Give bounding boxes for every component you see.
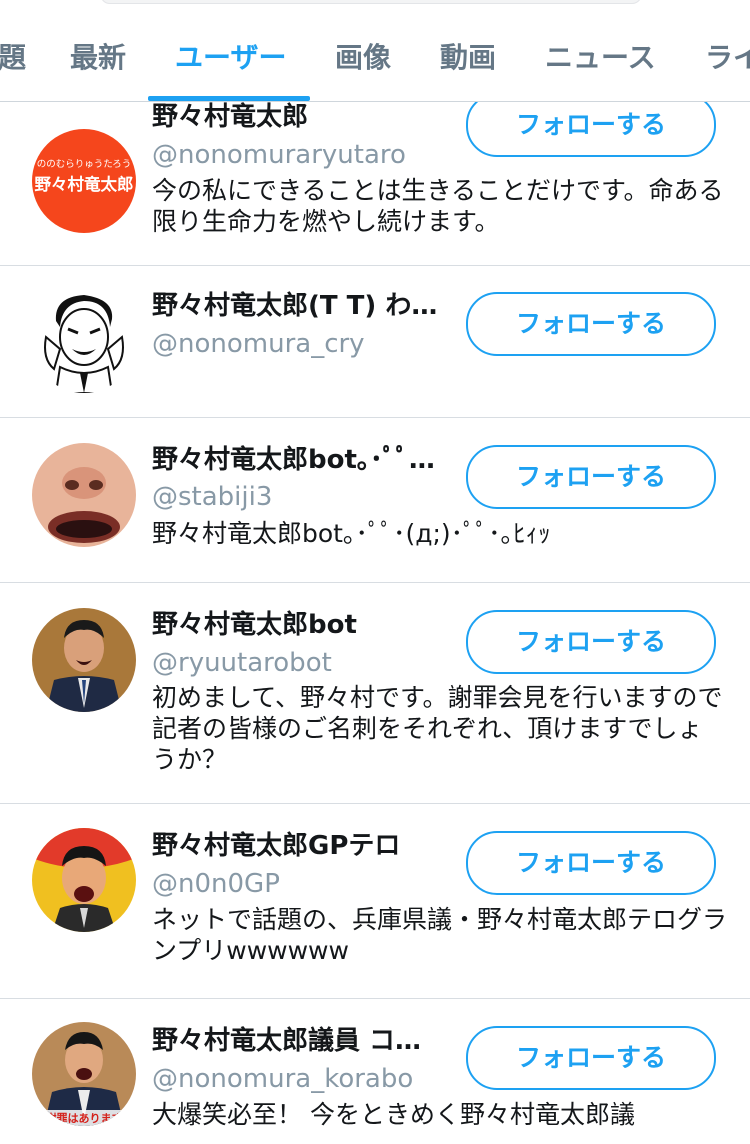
follow-button[interactable]: フォローする bbox=[466, 102, 716, 157]
user-handle: @stabiji3 bbox=[152, 482, 273, 512]
avatar[interactable] bbox=[32, 828, 136, 932]
user-handle: @nonomuraryutaro bbox=[152, 140, 406, 170]
user-result-nonomura-korabo[interactable]: 謝罪はあります 野々村竜太郎議員 コ… @nonomura_korabo 大爆笑… bbox=[0, 999, 750, 1144]
user-handle: @n0n0GP bbox=[152, 869, 280, 899]
avatar-image: ののむらりゅうたろう 野々村竜太郎 bbox=[32, 129, 136, 233]
user-name: 野々村竜太郎bot bbox=[152, 610, 357, 640]
follow-button[interactable]: フォローする bbox=[466, 445, 716, 509]
user-result-ryuutarobot[interactable]: 野々村竜太郎bot @ryuutarobot 初めまして、野々村です。謝罪会見を… bbox=[0, 583, 750, 804]
avatar[interactable] bbox=[32, 289, 136, 393]
tab-users[interactable]: ユーザー bbox=[175, 38, 286, 78]
user-result-nonomura-cry[interactable]: 野々村竜太郎(T T) わ… @nonomura_cry フォローする bbox=[0, 266, 750, 418]
tab-images[interactable]: 画像 bbox=[335, 38, 391, 78]
tab-top[interactable]: 題 bbox=[0, 38, 26, 78]
user-name: 野々村竜太郎 bbox=[152, 102, 309, 132]
avatar-image bbox=[32, 608, 136, 712]
user-bio: 大爆笑必至！ 今をときめく野々村竜太郎議 bbox=[152, 1100, 635, 1129]
tab-latest[interactable]: 最新 bbox=[70, 38, 126, 78]
user-result-nonomuraryutaro[interactable]: ののむらりゅうたろう 野々村竜太郎 野々村竜太郎 @nonomuraryutar… bbox=[0, 102, 750, 266]
avatar-image: 謝罪はあります bbox=[32, 1022, 136, 1126]
follow-button[interactable]: フォローする bbox=[466, 831, 716, 895]
tab-news[interactable]: ニュース bbox=[545, 38, 656, 78]
avatar-image bbox=[32, 828, 136, 932]
avatar[interactable]: 謝罪はあります bbox=[32, 1022, 136, 1126]
avatar-image bbox=[32, 443, 136, 547]
user-results-list: ののむらりゅうたろう 野々村竜太郎 野々村竜太郎 @nonomuraryutar… bbox=[0, 102, 750, 1144]
user-name: 野々村竜太郎bot｡･ﾟﾟ… bbox=[152, 445, 435, 475]
user-handle: @nonomura_korabo bbox=[152, 1064, 414, 1094]
user-result-stabiji3[interactable]: 野々村竜太郎bot｡･ﾟﾟ… @stabiji3 野々村竜太郎bot｡･ﾟﾟ･(… bbox=[0, 418, 750, 583]
follow-button[interactable]: フォローする bbox=[466, 610, 716, 674]
svg-text:野々村竜太郎: 野々村竜太郎 bbox=[35, 174, 134, 194]
user-name: 野々村竜太郎議員 コ… bbox=[152, 1026, 422, 1056]
user-bio: 野々村竜太郎bot｡･ﾟﾟ･(д;)･ﾟﾟ･｡ﾋｨｯ bbox=[152, 519, 551, 548]
svg-text:謝罪はあります: 謝罪はあります bbox=[46, 1111, 123, 1125]
avatar[interactable] bbox=[32, 608, 136, 712]
user-handle: @ryuutarobot bbox=[152, 648, 332, 678]
search-input[interactable] bbox=[100, 0, 642, 4]
follow-button[interactable]: フォローする bbox=[466, 1026, 716, 1090]
follow-button[interactable]: フォローする bbox=[466, 292, 716, 356]
tab-live[interactable]: ライ bbox=[705, 38, 750, 78]
user-bio: ネットで話題の、兵庫県議・野々村竜太郎テログランプリwwwwww bbox=[152, 905, 728, 965]
user-name: 野々村竜太郎(T T) わ… bbox=[152, 291, 438, 321]
user-name: 野々村竜太郎GPテロ bbox=[152, 831, 401, 861]
user-handle: @nonomura_cry bbox=[152, 329, 365, 359]
avatar[interactable]: ののむらりゅうたろう 野々村竜太郎 bbox=[32, 129, 136, 233]
tab-videos[interactable]: 動画 bbox=[440, 38, 496, 78]
user-bio: 今の私にできることは生きることだけです。命ある限り生命力を燃やし続けます。 bbox=[152, 176, 724, 236]
avatar[interactable] bbox=[32, 443, 136, 547]
user-result-n0n0gp[interactable]: 野々村竜太郎GPテロ @n0n0GP ネットで話題の、兵庫県議・野々村竜太郎テロ… bbox=[0, 804, 750, 999]
user-bio: 初めまして、野々村です。謝罪会見を行いますので記者の皆様のご名刺をそれぞれ、頂け… bbox=[152, 683, 723, 774]
search-tabs-bar: 題 最新 ユーザー 画像 動画 ニュース ライ bbox=[0, 0, 750, 102]
avatar-image bbox=[32, 289, 136, 393]
svg-text:ののむらりゅうたろう: ののむらりゅうたろう bbox=[37, 159, 131, 170]
